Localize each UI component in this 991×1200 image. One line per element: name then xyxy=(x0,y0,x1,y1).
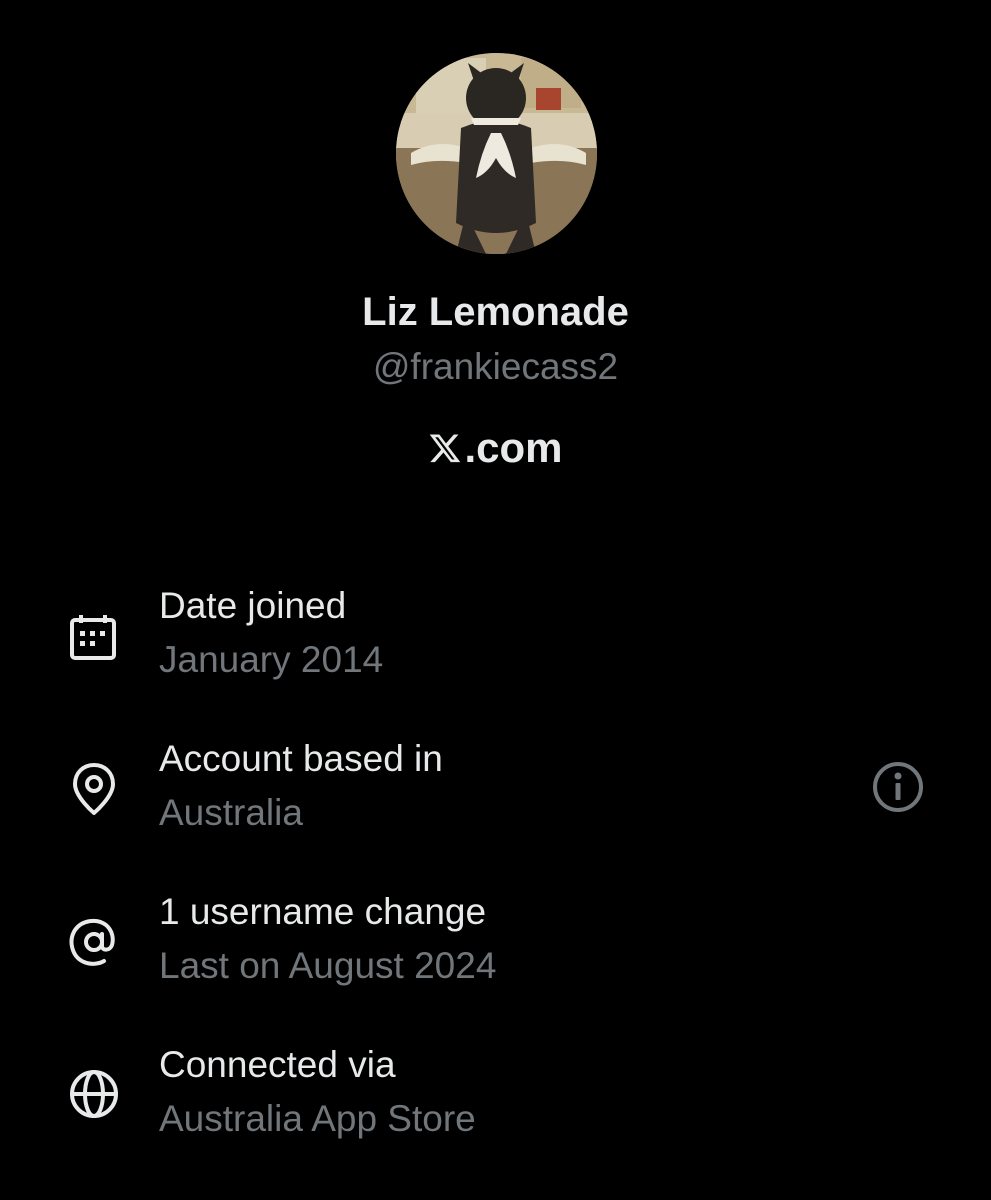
info-row-title: 1 username change xyxy=(159,891,487,932)
info-row-account-based-in: Account based in Australia xyxy=(0,733,991,843)
avatar[interactable] xyxy=(396,53,597,254)
location-pin-icon xyxy=(73,763,115,815)
info-row-title: Date joined xyxy=(159,585,347,626)
info-row-subtitle: January 2014 xyxy=(159,639,384,680)
info-row-username-change: 1 username change Last on August 2024 xyxy=(0,886,991,996)
info-row-date-joined: Date joined January 2014 xyxy=(0,580,991,690)
info-row-title: Account based in xyxy=(159,738,443,779)
site-link[interactable]: .com xyxy=(0,420,991,476)
username-handle: @frankiecass2 xyxy=(372,346,619,387)
avatar-illustration xyxy=(396,53,597,254)
display-name: Liz Lemonade xyxy=(362,290,629,334)
info-row-subtitle: Australia xyxy=(159,792,303,833)
globe-icon xyxy=(70,1070,118,1118)
calendar-icon xyxy=(70,615,116,660)
x-logo-icon xyxy=(430,434,461,463)
info-icon[interactable] xyxy=(870,759,926,815)
site-domain: .com xyxy=(464,424,563,471)
at-sign-icon xyxy=(69,918,115,966)
info-row-subtitle: Australia App Store xyxy=(159,1098,476,1139)
info-row-title: Connected via xyxy=(159,1044,396,1085)
info-row-connected-via: Connected via Australia App Store xyxy=(0,1039,991,1149)
info-row-subtitle: Last on August 2024 xyxy=(159,945,497,986)
